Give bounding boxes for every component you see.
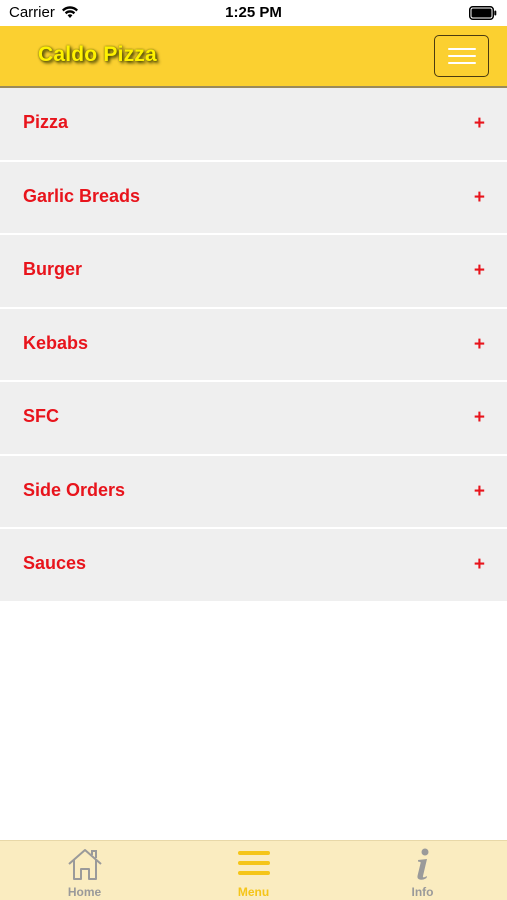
- menu-item-label: Side Orders: [23, 479, 126, 500]
- menu-item-garlic-breads[interactable]: Garlic Breads +: [0, 161, 507, 235]
- expand-plus-icon[interactable]: +: [474, 408, 485, 427]
- menu-item-side-orders[interactable]: Side Orders +: [0, 455, 507, 529]
- menu-item-label: Burger: [23, 259, 83, 279]
- menu-item-label: SFC: [23, 406, 59, 426]
- bottom-tab-bar: Home Menu Info: [0, 840, 507, 900]
- tab-info-label: Info: [411, 885, 434, 899]
- home-icon: [67, 849, 102, 880]
- expand-plus-icon[interactable]: +: [474, 555, 485, 574]
- expand-plus-icon[interactable]: +: [474, 335, 485, 354]
- menu-item-label: Sauces: [23, 553, 87, 573]
- menu-item-label: Kebabs: [23, 332, 89, 353]
- expand-plus-icon[interactable]: +: [474, 482, 485, 501]
- status-bar: Carrier 1:25 PM: [0, 0, 507, 26]
- menu-item-kebabs[interactable]: Kebabs +: [0, 308, 507, 382]
- hamburger-icon-bar: [448, 55, 476, 57]
- hamburger-icon-bar: [448, 62, 476, 64]
- tab-menu[interactable]: Menu: [169, 841, 338, 900]
- tab-info[interactable]: Info: [338, 841, 507, 900]
- app-title: Caldo Pizza: [38, 43, 157, 66]
- menu-category-list: Pizza + Garlic Breads + Burger + Kebabs …: [0, 88, 507, 603]
- expand-plus-icon[interactable]: +: [474, 188, 485, 207]
- hamburger-icon: [448, 48, 476, 50]
- tab-home[interactable]: Home: [0, 841, 169, 900]
- tab-home-label: Home: [67, 885, 102, 899]
- info-icon: [416, 848, 428, 880]
- battery-icon: [469, 6, 497, 20]
- expand-plus-icon[interactable]: +: [474, 261, 485, 280]
- hamburger-menu-button[interactable]: [434, 35, 489, 77]
- menu-lines-icon: [237, 851, 270, 875]
- expand-plus-icon[interactable]: +: [474, 114, 485, 133]
- menu-item-sauces[interactable]: Sauces +: [0, 529, 507, 603]
- menu-item-pizza[interactable]: Pizza +: [0, 88, 507, 162]
- menu-item-label: Garlic Breads: [23, 185, 141, 206]
- tab-menu-label: Menu: [237, 885, 270, 899]
- menu-item-label: Pizza: [23, 112, 69, 132]
- clock: 1:25 PM: [225, 4, 282, 21]
- menu-item-sfc[interactable]: SFC +: [0, 382, 507, 456]
- app-header: Caldo Pizza: [0, 26, 507, 88]
- menu-item-burger[interactable]: Burger +: [0, 235, 507, 309]
